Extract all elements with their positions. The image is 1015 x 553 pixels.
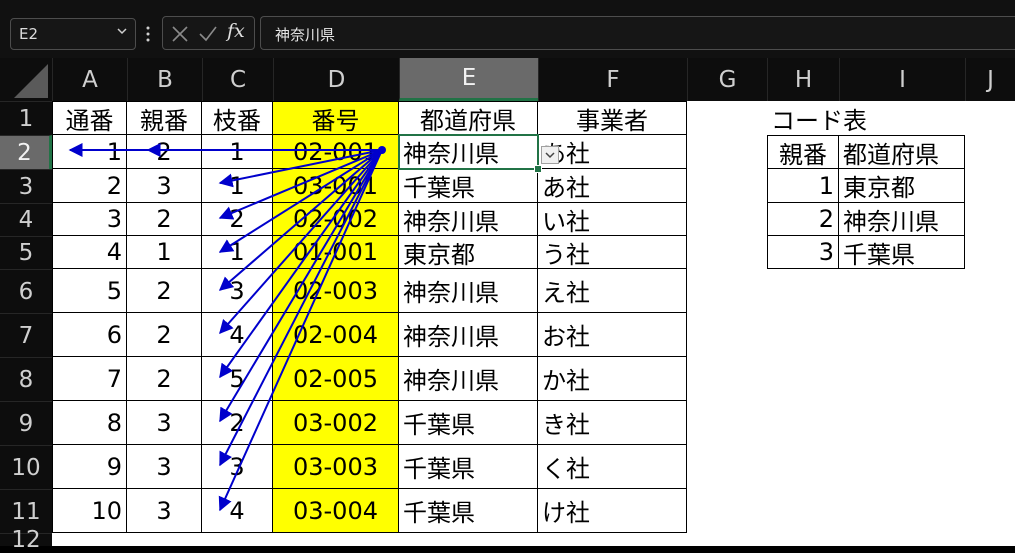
column-header-h[interactable]: H <box>767 58 839 101</box>
trace-precedents-arrows <box>68 143 386 512</box>
formula-input[interactable]: 神奈川県 <box>260 16 1015 50</box>
row-header-3[interactable]: 3 <box>0 169 52 203</box>
column-header-b[interactable]: B <box>127 58 202 101</box>
column-header-f[interactable]: F <box>538 58 687 101</box>
trace-arrow-c5 <box>218 149 383 253</box>
select-all-corner[interactable] <box>0 58 52 101</box>
column-header-i[interactable]: I <box>839 58 965 101</box>
row-header-10[interactable]: 10 <box>0 445 52 489</box>
row-header-12[interactable]: 12 <box>0 527 52 553</box>
trace-arrow-c10 <box>219 149 383 467</box>
insert-function-icon[interactable]: fx <box>227 20 245 42</box>
row-header-8[interactable]: 8 <box>0 357 52 401</box>
row-header-9[interactable]: 9 <box>0 401 52 445</box>
trace-arrow-c9 <box>219 149 383 423</box>
row-header-7[interactable]: 7 <box>0 313 52 357</box>
worksheet-grid[interactable]: 通番 親番 枝番 番号 都道府県 事業者 1 2 1 02-001 神奈川県 あ社 2 3 1 03-001 千… <box>52 101 1015 546</box>
column-header-d[interactable]: D <box>273 58 399 101</box>
row-header-6[interactable]: 6 <box>0 269 52 313</box>
row-header-2[interactable]: 2 <box>0 135 52 169</box>
trace-source-dot <box>378 146 386 154</box>
row-header-4[interactable]: 4 <box>0 203 52 236</box>
formula-value: 神奈川県 <box>275 26 336 44</box>
chevron-down-icon[interactable] <box>116 25 128 37</box>
name-box[interactable]: E2 <box>10 18 136 50</box>
row-header-5[interactable]: 5 <box>0 236 52 269</box>
column-header-e[interactable]: E <box>399 58 538 101</box>
select-all-triangle-icon <box>14 64 48 98</box>
cancel-icon[interactable] <box>171 25 189 43</box>
trace-arrow-c6 <box>218 149 383 291</box>
column-header-c[interactable]: C <box>202 58 273 101</box>
column-header-g[interactable]: G <box>687 58 767 101</box>
name-box-value: E2 <box>19 25 39 43</box>
formula-toolbar: E2 fx 神奈川県 <box>0 0 1015 58</box>
more-options-icon[interactable] <box>146 26 150 42</box>
check-icon[interactable] <box>198 25 218 43</box>
column-header-a[interactable]: A <box>52 58 127 101</box>
formula-buttons: fx <box>162 16 255 50</box>
trace-arrow-c11 <box>218 149 383 512</box>
column-header-j[interactable]: J <box>965 58 1015 101</box>
row-header-1[interactable]: 1 <box>0 101 52 135</box>
